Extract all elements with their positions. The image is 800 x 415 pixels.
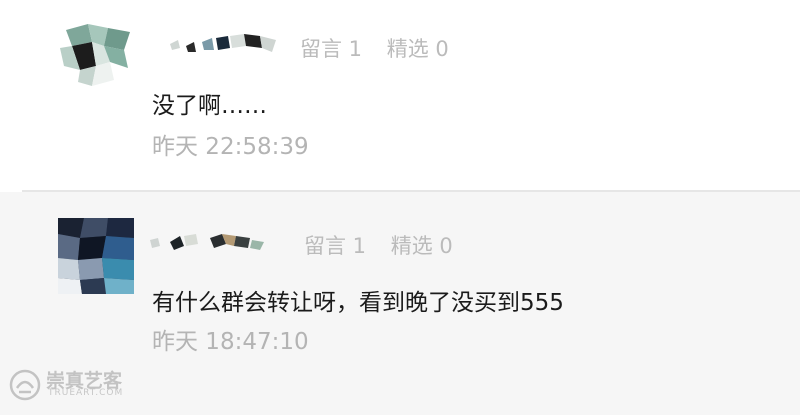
nickname-blurred	[152, 32, 280, 58]
watermark-logo-icon	[9, 369, 41, 401]
comment-time: 昨天 22:58:39	[152, 134, 309, 160]
comment-text: 有什么群会转让呀，看到晚了没买到555	[152, 290, 564, 316]
comment-count: 留言 1	[300, 37, 363, 61]
nickname-blurred	[148, 230, 276, 256]
avatar-image	[58, 218, 134, 294]
avatar-image	[58, 22, 134, 98]
avatar[interactable]	[58, 22, 134, 98]
comment-time: 昨天 18:47:10	[152, 329, 309, 355]
featured-count: 精选 0	[386, 37, 449, 61]
comment-text: 没了啊……	[152, 93, 267, 119]
comment-stats: 留言 1 精选 0	[304, 230, 471, 260]
comment-item: 留言 1 精选 0 没了啊…… 昨天 22:58:39	[0, 0, 800, 190]
comment-count: 留言 1	[304, 234, 367, 258]
watermark-subtext: TRUEART.COM	[48, 388, 124, 398]
avatar[interactable]	[58, 218, 134, 294]
watermark: 崇真艺客 TRUEART.COM	[6, 366, 136, 406]
featured-count: 精选 0	[390, 234, 453, 258]
comment-stats: 留言 1 精选 0	[300, 33, 467, 63]
